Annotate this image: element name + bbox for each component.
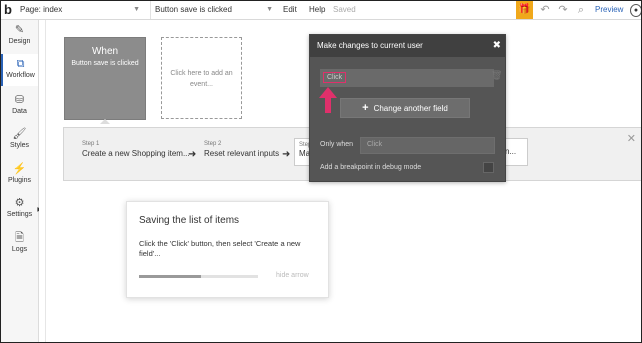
edit-menu[interactable]: Edit (283, 1, 297, 19)
only-when-input[interactable]: Click (360, 137, 495, 154)
change-button-label: Change another field (373, 104, 448, 113)
sidebar: ✎ Design ⧉ Workflow ⛁ Data 🖌 Styles ⚡ Pl… (1, 20, 42, 342)
tooltip-body: Click the 'Click' button, then select 'C… (139, 239, 301, 258)
search-icon[interactable]: ⌕ (574, 3, 588, 17)
account-icon[interactable]: ● (630, 4, 641, 17)
sidebar-item-plugins[interactable]: ⚡ Plugins (1, 159, 38, 191)
design-icon: ✎ (14, 24, 25, 36)
event-card[interactable]: When Button save is clicked (64, 37, 146, 120)
arrow-right-icon: ➜ (188, 149, 197, 160)
tooltip-progress-fill (139, 275, 201, 278)
workflow-icon: ⧉ (16, 58, 25, 70)
step-card[interactable]: Step 2 Reset relevant inputs (204, 141, 279, 158)
only-when-label: Only when (320, 141, 354, 148)
workflow-selector-label: Button save is clicked (155, 5, 232, 14)
plug-icon: ⚡ (12, 163, 27, 175)
add-event-card[interactable]: Click here to add an event... (161, 37, 242, 119)
redo-icon[interactable]: ↷ (556, 3, 570, 17)
step-text: Reset relevant inputs (204, 149, 280, 158)
sidebar-item-label: Data (12, 108, 27, 115)
sidebar-item-label: Logs (11, 246, 28, 253)
sidebar-item-label: Styles (9, 142, 30, 149)
event-subtitle: Button save is clicked (71, 60, 139, 67)
step-number: Step 1 (82, 141, 100, 147)
workflow-selector[interactable]: Button save is clicked ▼ (150, 1, 277, 19)
add-event-text: Click here to add an event... (170, 70, 233, 88)
trash-icon[interactable]: 🗑 (491, 70, 502, 81)
sidebar-item-design[interactable]: ✎ Design (1, 20, 38, 52)
help-menu[interactable]: Help (309, 1, 325, 19)
workflow-canvas: When Button save is clicked Click here t… (39, 20, 641, 342)
only-when-placeholder: Click (367, 141, 383, 148)
popover-title: Make changes to current user (317, 41, 423, 50)
bubble-logo-icon[interactable]: b (4, 3, 16, 16)
step-text: n... (505, 147, 517, 156)
undo-icon[interactable]: ↶ (538, 3, 552, 17)
preview-link[interactable]: Preview (595, 1, 623, 19)
event-pointer (100, 119, 110, 124)
page-selector-label: Page: index (20, 5, 63, 14)
tutorial-tooltip: Saving the list of items Click the 'Clic… (126, 201, 329, 298)
breakpoint-label: Add a breakpoint in debug mode (320, 164, 422, 171)
sidebar-item-label: Plugins (8, 177, 31, 184)
chevron-down-icon: ▼ (266, 6, 273, 13)
sidebar-item-label: Design (8, 38, 31, 45)
close-icon[interactable]: ✕ (627, 132, 636, 145)
page-selector[interactable]: Page: index ▼ (20, 1, 144, 19)
close-icon[interactable]: ✖ (493, 40, 501, 51)
step-text: Create a new Shopping item... (82, 149, 190, 158)
guide-arrow-icon (319, 87, 337, 113)
sidebar-item-label: Workflow (6, 72, 35, 79)
tooltip-title: Saving the list of items (139, 215, 240, 226)
change-another-field-button[interactable]: + Change another field (340, 98, 470, 118)
popover-header: Make changes to current user ✖ (310, 35, 505, 57)
field-value: Click (323, 72, 347, 83)
chevron-down-icon: ▼ (133, 6, 140, 13)
plus-icon: + (362, 102, 369, 114)
sidebar-item-label: Settings (6, 211, 33, 218)
sidebar-item-workflow[interactable]: ⧉ Workflow (1, 54, 38, 86)
app-window: b Page: index ▼ Button save is clicked ▼… (0, 0, 642, 343)
saved-status: Saved (333, 5, 356, 14)
event-title: When (91, 46, 119, 57)
hide-arrow-link[interactable]: hide arrow (276, 272, 309, 279)
sidebar-item-data[interactable]: ⛁ Data (1, 90, 38, 122)
step-number: Step 2 (204, 141, 222, 147)
sidebar-item-styles[interactable]: 🖌 Styles (1, 124, 38, 156)
brush-icon: 🖌 (12, 128, 27, 140)
tooltip-progress (139, 275, 258, 278)
database-icon: ⛁ (14, 94, 25, 106)
document-icon: 🗎 (15, 232, 24, 244)
sidebar-item-settings[interactable]: ⚙ Settings ▶ (1, 193, 42, 225)
gift-icon[interactable]: 🎁 (516, 1, 533, 19)
breakpoint-checkbox[interactable] (483, 162, 494, 173)
step-card[interactable]: Step 1 Create a new Shopping item... (82, 141, 190, 158)
field-selector[interactable]: Click (320, 69, 494, 87)
sidebar-item-logs[interactable]: 🗎 Logs (1, 228, 38, 260)
arrow-right-icon: ➜ (282, 149, 291, 160)
gear-icon: ⚙ (14, 197, 25, 209)
divider (45, 20, 46, 342)
top-bar: b Page: index ▼ Button save is clicked ▼… (1, 1, 641, 20)
